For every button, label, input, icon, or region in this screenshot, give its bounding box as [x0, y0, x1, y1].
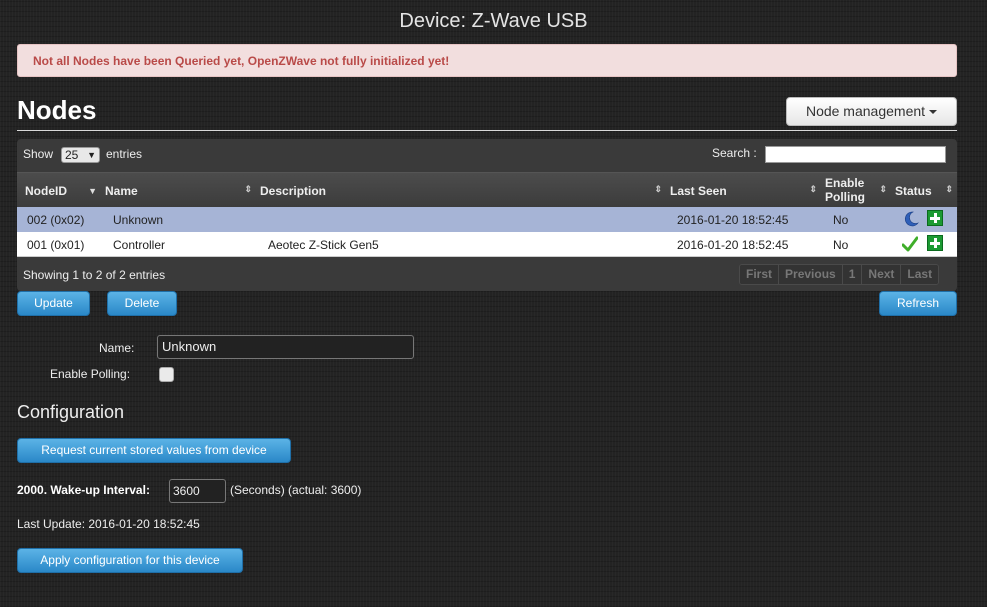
table-footer: Showing 1 to 2 of 2 entries First Previo… [17, 258, 957, 291]
request-stored-values-button[interactable]: Request current stored values from devic… [17, 438, 291, 463]
column-header-status[interactable]: Status ⇕ [891, 173, 957, 208]
table-info: Showing 1 to 2 of 2 entries [23, 268, 166, 282]
wakeup-interval-input[interactable]: 3600 [169, 479, 226, 503]
moon-sleep-icon [905, 211, 919, 227]
column-header-nodeid[interactable]: NodeID ▼ [17, 173, 101, 208]
column-label: Enable Polling [825, 176, 865, 204]
sort-both-icon: ⇕ [945, 184, 953, 194]
enable-polling-checkbox[interactable] [159, 367, 174, 382]
page-last-button[interactable]: Last [901, 265, 939, 284]
search-input[interactable] [765, 146, 946, 163]
column-label-line1: Enable [825, 176, 865, 190]
cell-name: Controller [113, 238, 166, 252]
table-row[interactable]: 001 (0x01) Controller Aeotec Z-Stick Gen… [17, 232, 957, 257]
cell-polling: No [833, 238, 849, 252]
cell-nodeid: 002 (0x02) [27, 213, 85, 227]
sort-both-icon: ⇕ [879, 184, 887, 194]
page-previous-button[interactable]: Previous [779, 265, 843, 284]
column-label: Status [895, 184, 932, 198]
wakeup-interval-units: (Seconds) (actual: 3600) [230, 483, 362, 497]
column-header-description[interactable]: Description ⇕ [256, 173, 666, 208]
cell-name: Unknown [113, 213, 164, 227]
cell-polling: No [833, 213, 849, 227]
configuration-title: Configuration [17, 402, 125, 422]
cell-last-seen: 2016-01-20 18:52:45 [677, 213, 789, 227]
table-toolbar: Show 25 ▼ entries Search : [17, 139, 957, 172]
sort-both-icon: ⇕ [809, 184, 817, 194]
cell-description: Aeotec Z-Stick Gen5 [268, 238, 379, 252]
column-header-name[interactable]: Name ⇕ [101, 173, 256, 208]
cell-last-seen: 2016-01-20 18:52:45 [677, 238, 789, 252]
section-divider [17, 130, 957, 131]
apply-configuration-button[interactable]: Apply configuration for this device [17, 548, 243, 573]
sort-desc-icon: ▼ [88, 186, 97, 196]
column-label: NodeID [25, 184, 67, 198]
add-plus-icon[interactable] [927, 235, 943, 251]
delete-button[interactable]: Delete [107, 291, 177, 316]
page-title: Device: Z-Wave USB [399, 10, 588, 32]
column-header-polling[interactable]: Enable Polling ⇕ [821, 173, 891, 208]
show-label: Show [23, 147, 54, 161]
caret-down-icon [929, 110, 938, 115]
column-label: Name [105, 184, 138, 198]
table-row[interactable]: 002 (0x02) Unknown 2016-01-20 18:52:45 N… [17, 207, 957, 232]
chevron-down-icon: ▼ [87, 150, 96, 160]
enable-polling-label: Enable Polling: [50, 367, 131, 381]
column-label: Description [260, 184, 327, 198]
nodes-title: Nodes [17, 95, 97, 125]
node-management-label: Node management [805, 103, 926, 119]
entries-value: 25 [65, 148, 79, 162]
pagination: First Previous 1 Next Last [739, 264, 940, 285]
warning-alert: Not all Nodes have been Queried yet, Ope… [17, 44, 957, 77]
column-header-last-seen[interactable]: Last Seen ⇕ [666, 173, 821, 208]
table-header: NodeID ▼ Name ⇕ Description ⇕ Last Seen … [17, 172, 957, 207]
entries-per-page-select[interactable]: 25 ▼ [61, 147, 100, 163]
search-label: Search : [712, 146, 757, 160]
add-plus-icon[interactable] [927, 210, 943, 226]
name-label: Name: [99, 341, 135, 355]
name-input[interactable]: Unknown [157, 335, 414, 359]
entries-label: entries [106, 147, 143, 161]
nodes-table: Show 25 ▼ entries Search : NodeID ▼ Name… [17, 139, 957, 291]
update-button[interactable]: Update [17, 291, 90, 316]
refresh-button[interactable]: Refresh [879, 291, 957, 316]
node-management-dropdown[interactable]: Node management [786, 97, 957, 126]
page-next-button[interactable]: Next [862, 265, 902, 284]
page-first-button[interactable]: First [740, 265, 780, 284]
sort-both-icon: ⇕ [244, 184, 252, 194]
column-label-line2: Polling [825, 190, 865, 204]
sort-both-icon: ⇕ [654, 184, 662, 194]
cell-nodeid: 001 (0x01) [27, 238, 85, 252]
page-number-button[interactable]: 1 [842, 265, 863, 284]
column-label: Last Seen [670, 184, 727, 198]
last-update-text: Last Update: 2016-01-20 18:52:45 [17, 517, 200, 531]
checkmark-icon [902, 236, 918, 252]
wakeup-interval-label: 2000. Wake-up Interval: [17, 483, 150, 497]
